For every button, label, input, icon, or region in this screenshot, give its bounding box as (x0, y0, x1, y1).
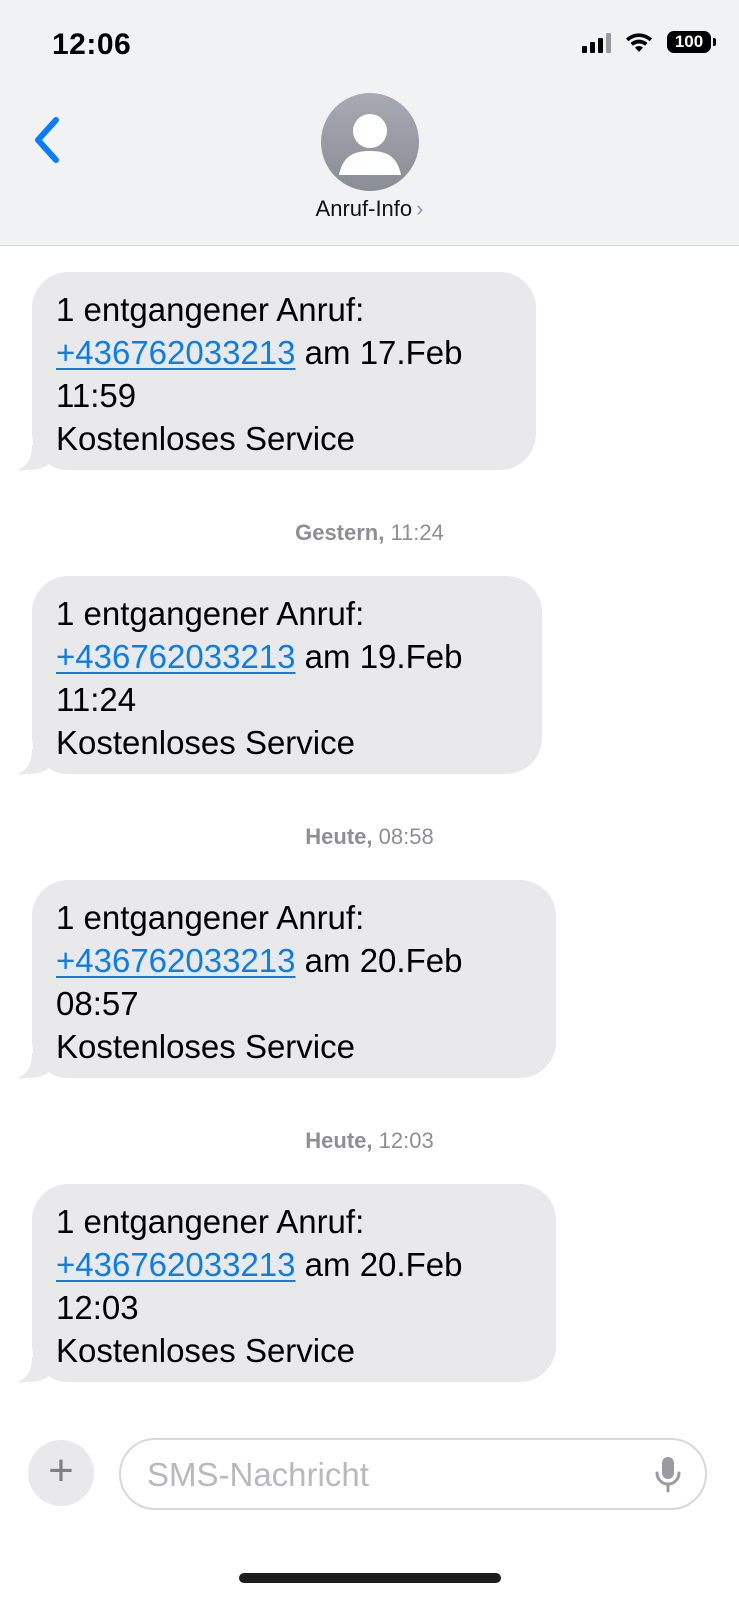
message-input[interactable] (145, 1450, 629, 1500)
message-line: Kostenloses Service (56, 420, 355, 457)
message-line: 1 entgangener Anruf: (56, 1203, 365, 1240)
message-timestamp: Heute, 12:03 (305, 1128, 434, 1153)
chevron-right-icon: › (416, 196, 424, 221)
bubble-tail (18, 749, 48, 775)
contact-avatar[interactable] (321, 93, 419, 191)
message-date-text: am 20.Feb (295, 1246, 463, 1283)
message-line: Kostenloses Service (56, 724, 355, 761)
status-icons: 100 (582, 30, 716, 54)
message-bubble[interactable]: 1 entgangener Anruf: +436762033213 am 20… (18, 880, 556, 1079)
message-time-text: 11:59 (56, 377, 137, 414)
conversation-header: 12:06 100 Anruf-Info › (0, 0, 739, 246)
bubble-tail (18, 1357, 48, 1383)
home-indicator[interactable] (239, 1573, 501, 1583)
phone-number-link[interactable]: +436762033213 (56, 638, 296, 675)
phone-number-link[interactable]: +436762033213 (56, 334, 296, 371)
add-attachment-button[interactable]: + (28, 1440, 94, 1506)
status-time: 12:06 (52, 28, 132, 61)
person-silhouette-icon (339, 114, 401, 175)
message-bubble[interactable]: 1 entgangener Anruf: +436762033213 am 17… (18, 272, 536, 471)
wifi-icon (626, 33, 652, 52)
message-list[interactable]: 1 entgangener Anruf: +436762033213 am 17… (0, 246, 739, 1406)
message-line: 1 entgangener Anruf: (56, 291, 365, 328)
message-time-text: 08:57 (56, 985, 139, 1022)
back-button[interactable] (28, 112, 68, 168)
message-timestamp: Gestern, 11:24 (295, 520, 444, 545)
messages-app: 12:06 100 Anruf-Info › 1 entgangener Anr… (0, 0, 739, 1600)
message-line: Kostenloses Service (56, 1332, 355, 1369)
phone-number-link[interactable]: +436762033213 (56, 942, 296, 979)
message-bubble[interactable]: 1 entgangener Anruf: +436762033213 am 20… (18, 1184, 556, 1383)
cellular-signal-icon (582, 31, 611, 53)
message-line: 1 entgangener Anruf: (56, 899, 365, 936)
message-date-text: am 19.Feb (295, 638, 463, 675)
message-bubble[interactable]: 1 entgangener Anruf: +436762033213 am 19… (18, 576, 542, 775)
message-date-text: am 20.Feb (295, 942, 463, 979)
message-timestamp: Heute, 08:58 (305, 824, 434, 849)
contact-name: Anruf-Info (315, 196, 413, 221)
microphone-icon[interactable] (655, 1456, 681, 1494)
message-line: Kostenloses Service (56, 1028, 355, 1065)
bubble-tail (18, 445, 48, 471)
message-time-text: 11:24 (56, 681, 137, 718)
message-time-text: 12:03 (56, 1289, 139, 1326)
message-line: 1 entgangener Anruf: (56, 595, 365, 632)
bubble-tail (18, 1053, 48, 1079)
message-date-text: am 17.Feb (295, 334, 463, 371)
message-composer: + (0, 1420, 739, 1520)
contact-info-link[interactable]: Anruf-Info › (0, 196, 739, 222)
message-field[interactable] (119, 1438, 707, 1510)
phone-number-link[interactable]: +436762033213 (56, 1246, 296, 1283)
battery-icon: 100 (667, 31, 716, 53)
